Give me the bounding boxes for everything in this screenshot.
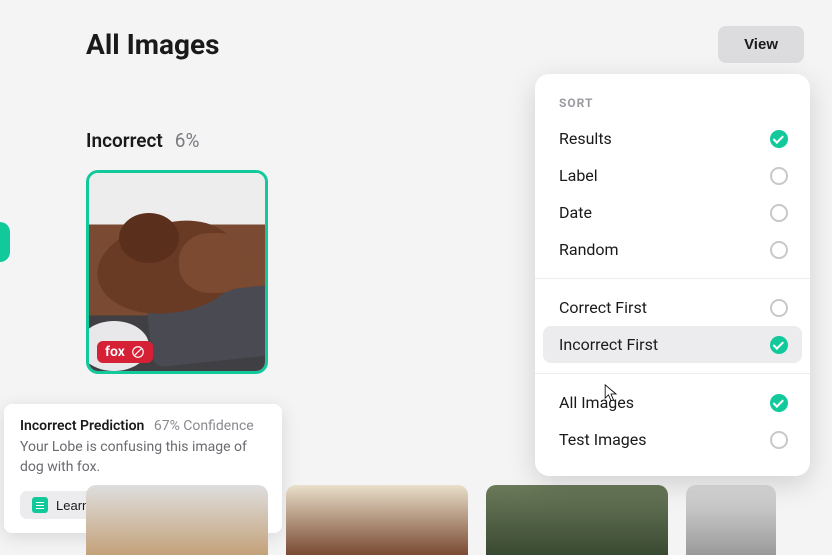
sort-option-label: Test Images <box>559 430 647 449</box>
radio-icon <box>770 299 788 317</box>
cancel-icon <box>131 345 145 359</box>
sort-option-random[interactable]: Random <box>535 231 810 268</box>
sort-option-label: Results <box>559 129 612 148</box>
image-card[interactable]: fox <box>86 170 268 374</box>
radio-icon <box>770 241 788 259</box>
view-button[interactable]: View <box>718 26 804 63</box>
doc-icon <box>32 497 48 513</box>
section-title: Incorrect <box>86 129 163 152</box>
sort-option-label: All Images <box>559 393 634 412</box>
radio-checked-icon <box>770 336 788 354</box>
tooltip-body: Your Lobe is confusing this image of dog… <box>20 438 266 477</box>
sort-heading: SORT <box>535 96 810 120</box>
sort-option-label: Label <box>559 166 598 185</box>
sort-option-date[interactable]: Date <box>535 194 810 231</box>
prediction-tag-label: fox <box>105 344 125 360</box>
tooltip-title: Incorrect Prediction <box>20 418 144 434</box>
sort-option-results[interactable]: Results <box>535 120 810 157</box>
radio-icon <box>770 431 788 449</box>
divider <box>535 373 810 374</box>
left-edge-indicator <box>0 222 10 262</box>
sort-option-incorrect-first[interactable]: Incorrect First <box>543 326 802 363</box>
sort-option-label: Random <box>559 240 619 259</box>
section-percent: 6% <box>175 129 200 152</box>
sort-option-all-images[interactable]: All Images <box>535 384 810 421</box>
radio-icon <box>770 204 788 222</box>
radio-checked-icon <box>770 394 788 412</box>
sort-option-label: Date <box>559 203 592 222</box>
tooltip-confidence: 67% Confidence <box>154 418 254 434</box>
sort-option-correct-first[interactable]: Correct First <box>535 289 810 326</box>
header: All Images View <box>0 0 832 73</box>
radio-icon <box>770 167 788 185</box>
sort-option-label: Incorrect First <box>559 335 658 354</box>
prediction-tag[interactable]: fox <box>97 341 153 363</box>
sort-panel: SORT Results Label Date Random Correct F… <box>535 74 810 476</box>
sort-option-label: Correct First <box>559 298 647 317</box>
radio-checked-icon <box>770 130 788 148</box>
divider <box>535 278 810 279</box>
page-title: All Images <box>86 28 220 61</box>
sort-option-label[interactable]: Label <box>535 157 810 194</box>
sort-option-test-images[interactable]: Test Images <box>535 421 810 458</box>
